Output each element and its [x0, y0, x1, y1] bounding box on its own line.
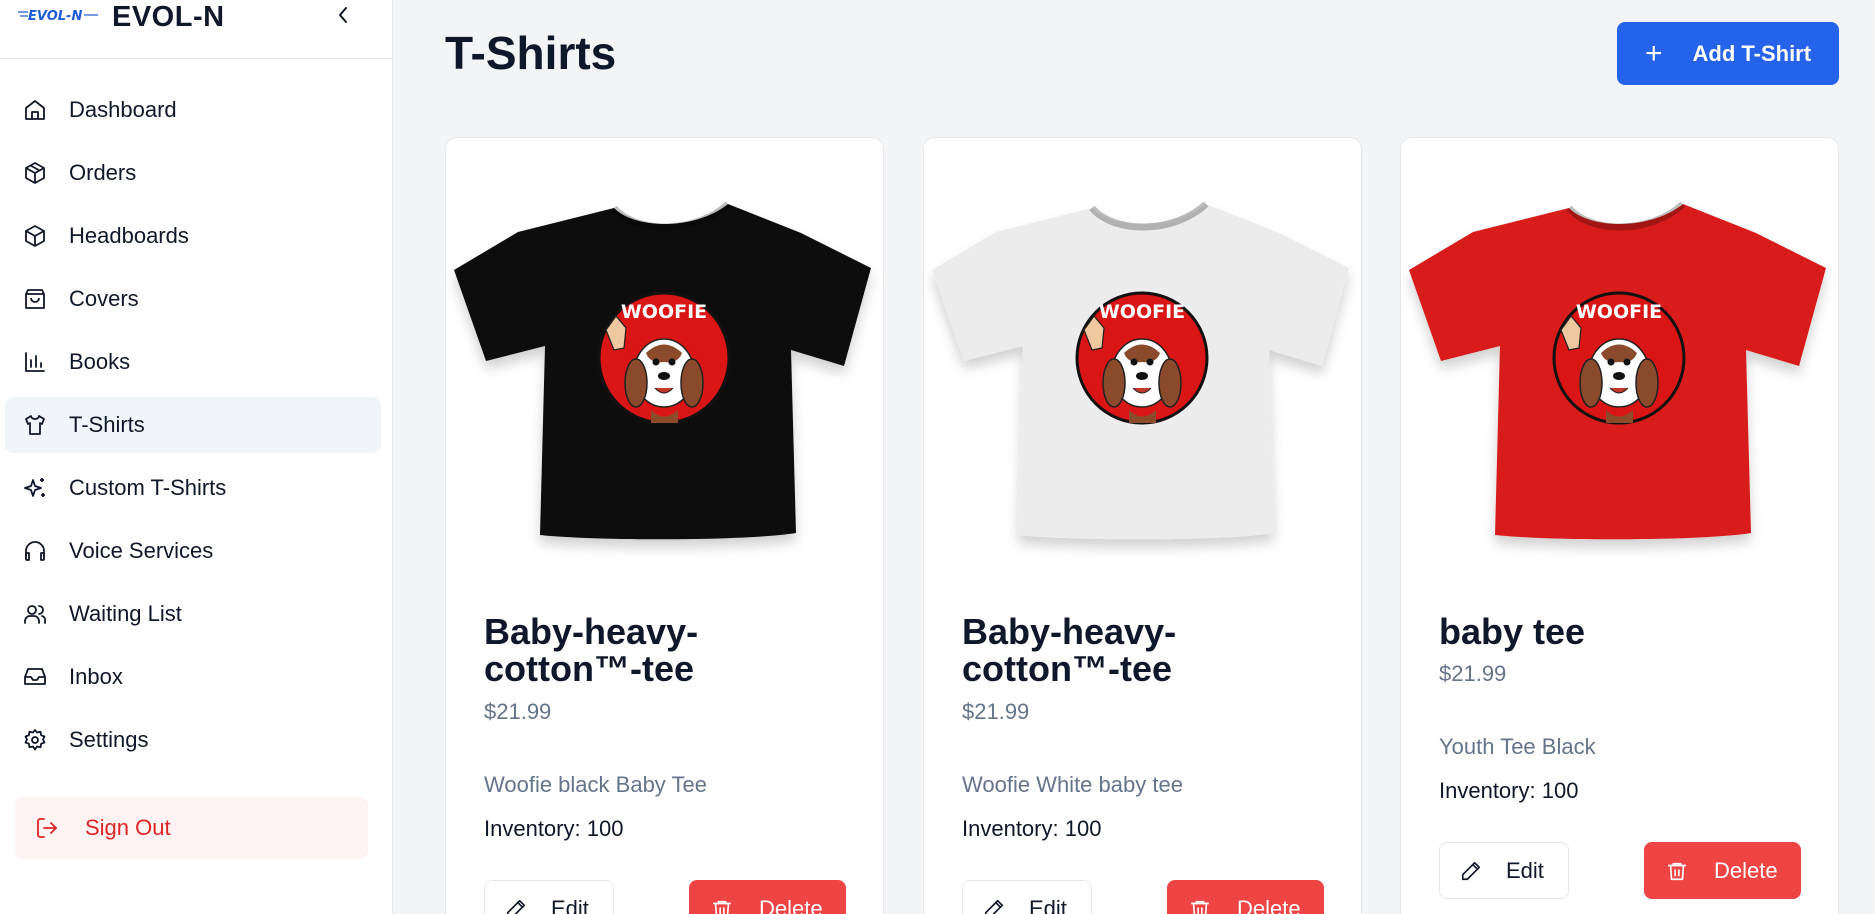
- inbox-icon: [22, 664, 48, 690]
- brand-logo[interactable]: EVOL-N: [18, 6, 98, 24]
- home-icon: [22, 97, 48, 123]
- box-icon: [22, 223, 48, 249]
- trash-icon: [1189, 898, 1211, 914]
- sidebar-item-dashboard[interactable]: Dashboard: [5, 82, 381, 138]
- sidebar-item-covers[interactable]: Covers: [5, 271, 381, 327]
- shopping-bag-icon: [22, 286, 48, 312]
- sidebar-item-headboards[interactable]: Headboards: [5, 208, 381, 264]
- collapse-sidebar-button[interactable]: [332, 2, 354, 28]
- product-card: WOOFIE baby tee $21.99 Youth Tee Black I…: [1400, 137, 1839, 914]
- users-icon: [22, 601, 48, 627]
- gear-icon: [22, 727, 48, 753]
- delete-label: Delete: [1237, 895, 1301, 914]
- sidebar-item-voice-services[interactable]: Voice Services: [5, 523, 381, 579]
- product-price: $21.99: [484, 699, 552, 724]
- sign-out-button[interactable]: Sign Out: [15, 797, 368, 859]
- package-icon: [22, 160, 48, 186]
- sidebar-item-settings[interactable]: Settings: [5, 712, 381, 768]
- headphones-icon: [22, 538, 48, 564]
- pencil-icon: [1460, 860, 1482, 882]
- sidebar-item-label: Custom T-Shirts: [69, 475, 227, 500]
- delete-button[interactable]: Delete: [1167, 880, 1324, 914]
- sidebar-item-inbox[interactable]: Inbox: [5, 649, 381, 705]
- add-t-shirt-label: Add T-Shirt: [1692, 40, 1812, 66]
- sidebar-item-label: Headboards: [69, 223, 189, 248]
- trash-icon: [711, 898, 733, 914]
- sidebar-item-t-shirts[interactable]: T-Shirts: [5, 397, 381, 453]
- sidebar-item-label: Voice Services: [69, 538, 214, 563]
- delete-button[interactable]: Delete: [1644, 842, 1801, 899]
- sidebar-item-label: Books: [69, 349, 131, 374]
- plus-icon: +: [1645, 36, 1663, 70]
- product-description: Woofie White baby tee: [962, 772, 1183, 797]
- product-price: $21.99: [962, 699, 1030, 724]
- sidebar-item-label: Waiting List: [69, 601, 182, 626]
- delete-button[interactable]: Delete: [689, 880, 846, 914]
- page-title: T-Shirts: [445, 27, 617, 79]
- svg-text:EVOL-N: EVOL-N: [28, 9, 82, 24]
- product-card: WOOFIE Baby-heavy-cotton™-tee $21.99 Woo…: [923, 137, 1362, 914]
- edit-button[interactable]: Edit: [962, 880, 1092, 914]
- product-inventory: Inventory: 100: [484, 816, 624, 841]
- sidebar-item-waiting-list[interactable]: Waiting List: [5, 586, 381, 642]
- product-image[interactable]: WOOFIE: [446, 138, 883, 578]
- product-description: Youth Tee Black: [1439, 734, 1596, 759]
- product-price: $21.99: [1439, 661, 1507, 686]
- edit-button[interactable]: Edit: [484, 880, 614, 914]
- log-out-icon: [35, 816, 59, 840]
- shirt-icon: [22, 412, 48, 438]
- svg-text:WOOFIE: WOOFIE: [1576, 301, 1662, 323]
- product-title: Baby-heavy-cotton™-tee: [962, 611, 1177, 689]
- sidebar-item-label: Settings: [69, 727, 149, 752]
- sidebar-item-books[interactable]: Books: [5, 334, 381, 390]
- delete-label: Delete: [1714, 857, 1778, 883]
- pencil-icon: [983, 898, 1005, 914]
- sidebar-item-label: T-Shirts: [69, 412, 145, 437]
- sidebar: EVOL-N EVOL-N Dashboard Orders Headboard…: [0, 0, 393, 914]
- product-image[interactable]: WOOFIE: [924, 138, 1361, 578]
- brand-header: EVOL-N EVOL-N: [0, 0, 392, 59]
- svg-text:WOOFIE: WOOFIE: [1099, 301, 1185, 323]
- trash-icon: [1666, 860, 1688, 882]
- brand-name: EVOL-N: [112, 1, 225, 33]
- product-image[interactable]: WOOFIE: [1401, 138, 1838, 578]
- sidebar-item-label: Dashboard: [69, 97, 177, 122]
- edit-button[interactable]: Edit: [1439, 842, 1569, 899]
- edit-label: Edit: [1029, 895, 1067, 914]
- sidebar-item-label: Covers: [69, 286, 139, 311]
- sidebar-item-orders[interactable]: Orders: [5, 145, 381, 201]
- sidebar-item-label: Orders: [69, 160, 137, 185]
- product-title: Baby-heavy-cotton™-tee: [484, 611, 699, 689]
- bar-chart-icon: [22, 349, 48, 375]
- product-title: baby tee: [1439, 611, 1586, 652]
- product-card: WOOFIE Baby-heavy-cotton™-tee $21.99 Woo…: [445, 137, 884, 914]
- pencil-icon: [505, 898, 527, 914]
- edit-label: Edit: [1506, 857, 1544, 883]
- product-description: Woofie black Baby Tee: [484, 772, 707, 797]
- sidebar-item-custom-t-shirts[interactable]: Custom T-Shirts: [5, 460, 381, 516]
- delete-label: Delete: [759, 895, 823, 914]
- product-inventory: Inventory: 100: [1439, 778, 1579, 803]
- sparkles-icon: [22, 475, 48, 501]
- svg-text:WOOFIE: WOOFIE: [621, 301, 707, 323]
- sign-out-label: Sign Out: [85, 815, 171, 840]
- chevron-left-icon: [339, 7, 347, 23]
- edit-label: Edit: [551, 895, 589, 914]
- add-t-shirt-button[interactable]: + Add T-Shirt: [1617, 22, 1839, 85]
- sidebar-item-label: Inbox: [69, 664, 123, 689]
- product-inventory: Inventory: 100: [962, 816, 1102, 841]
